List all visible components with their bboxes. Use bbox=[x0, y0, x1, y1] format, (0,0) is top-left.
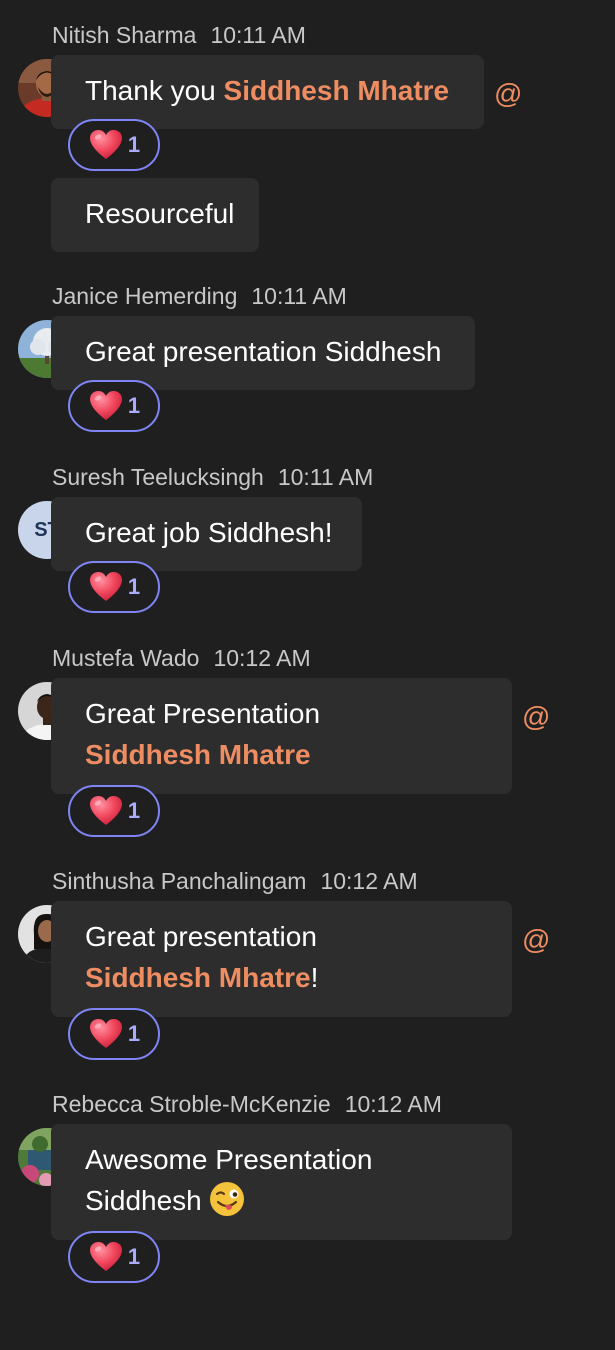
heart-reaction-button[interactable]: 1 bbox=[68, 1008, 160, 1060]
mention-link[interactable]: Siddhesh Mhatre bbox=[85, 734, 478, 775]
message-meta: Rebecca Stroble-McKenzie 10:12 AM bbox=[52, 1091, 442, 1118]
message-bubble[interactable]: Great presentation Siddhesh bbox=[51, 316, 475, 390]
author-name: Suresh Teelucksingh bbox=[52, 464, 264, 490]
timestamp: 10:12 AM bbox=[213, 645, 311, 671]
timestamp: 10:11 AM bbox=[210, 22, 306, 48]
heart-icon bbox=[88, 127, 124, 163]
author-name: Rebecca Stroble-McKenzie bbox=[52, 1091, 331, 1117]
message-meta: Nitish Sharma 10:11 AM bbox=[52, 22, 306, 49]
mention-link[interactable]: Siddhesh Mhatre bbox=[85, 962, 311, 993]
message-meta: Mustefa Wado 10:12 AM bbox=[52, 645, 311, 672]
timestamp: 10:12 AM bbox=[320, 868, 418, 894]
mention-indicator-icon: @ bbox=[522, 924, 551, 955]
message-text: Great presentation Siddhesh bbox=[85, 336, 442, 367]
heart-icon bbox=[88, 793, 124, 829]
message-text-line2: Siddhesh bbox=[85, 1185, 202, 1216]
heart-reaction-button[interactable]: 1 bbox=[68, 380, 160, 432]
author-name: Nitish Sharma bbox=[52, 22, 197, 48]
reaction-count: 1 bbox=[127, 393, 141, 418]
message-bubble[interactable]: Awesome Presentation Siddhesh bbox=[51, 1124, 512, 1240]
message-bubble[interactable]: Great presentation Siddhesh Mhatre! bbox=[51, 901, 512, 1017]
message-bubble[interactable]: Thank you Siddhesh Mhatre bbox=[51, 55, 484, 129]
reaction-count: 1 bbox=[127, 132, 141, 157]
author-name: Mustefa Wado bbox=[52, 645, 200, 671]
message-text-suffix: ! bbox=[310, 962, 319, 993]
reaction-count: 1 bbox=[127, 1244, 141, 1269]
timestamp: 10:11 AM bbox=[251, 283, 347, 309]
message-meta: Sinthusha Panchalingam 10:12 AM bbox=[52, 868, 418, 895]
heart-reaction-button[interactable]: 1 bbox=[68, 561, 160, 613]
message-meta: Janice Hemerding 10:11 AM bbox=[52, 283, 347, 310]
message-bubble[interactable]: Great job Siddhesh! bbox=[51, 497, 362, 571]
reaction-count: 1 bbox=[127, 1021, 141, 1046]
mention-indicator-icon: @ bbox=[494, 78, 523, 109]
mention-link[interactable]: Siddhesh Mhatre bbox=[224, 75, 450, 106]
message-text: Thank you bbox=[85, 75, 224, 106]
winking-face-with-tongue-icon bbox=[208, 1180, 246, 1218]
author-name: Sinthusha Panchalingam bbox=[52, 868, 307, 894]
heart-icon bbox=[88, 1016, 124, 1052]
timestamp: 10:11 AM bbox=[277, 464, 374, 490]
heart-reaction-button[interactable]: 1 bbox=[68, 119, 160, 171]
message-bubble[interactable]: Great Presentation Siddhesh Mhatre bbox=[51, 678, 512, 794]
message-text: Great Presentation bbox=[85, 698, 321, 729]
mention-indicator-icon: @ bbox=[522, 701, 551, 732]
reaction-count: 1 bbox=[127, 798, 141, 823]
message-text: Great job Siddhesh! bbox=[85, 517, 333, 548]
reaction-count: 1 bbox=[127, 574, 141, 599]
timestamp: 10:12 AM bbox=[344, 1091, 442, 1117]
message-text: Resourceful bbox=[85, 198, 235, 229]
message-text: Awesome Presentation bbox=[85, 1144, 373, 1175]
heart-reaction-button[interactable]: 1 bbox=[68, 1231, 160, 1283]
heart-reaction-button[interactable]: 1 bbox=[68, 785, 160, 837]
heart-icon bbox=[88, 388, 124, 424]
author-name: Janice Hemerding bbox=[52, 283, 238, 309]
followup-message-bubble[interactable]: Resourceful bbox=[51, 178, 259, 252]
message-meta: Suresh Teelucksingh 10:11 AM bbox=[52, 464, 373, 491]
message-text: Great presentation bbox=[85, 921, 317, 952]
heart-icon bbox=[88, 1239, 124, 1275]
heart-icon bbox=[88, 569, 124, 605]
